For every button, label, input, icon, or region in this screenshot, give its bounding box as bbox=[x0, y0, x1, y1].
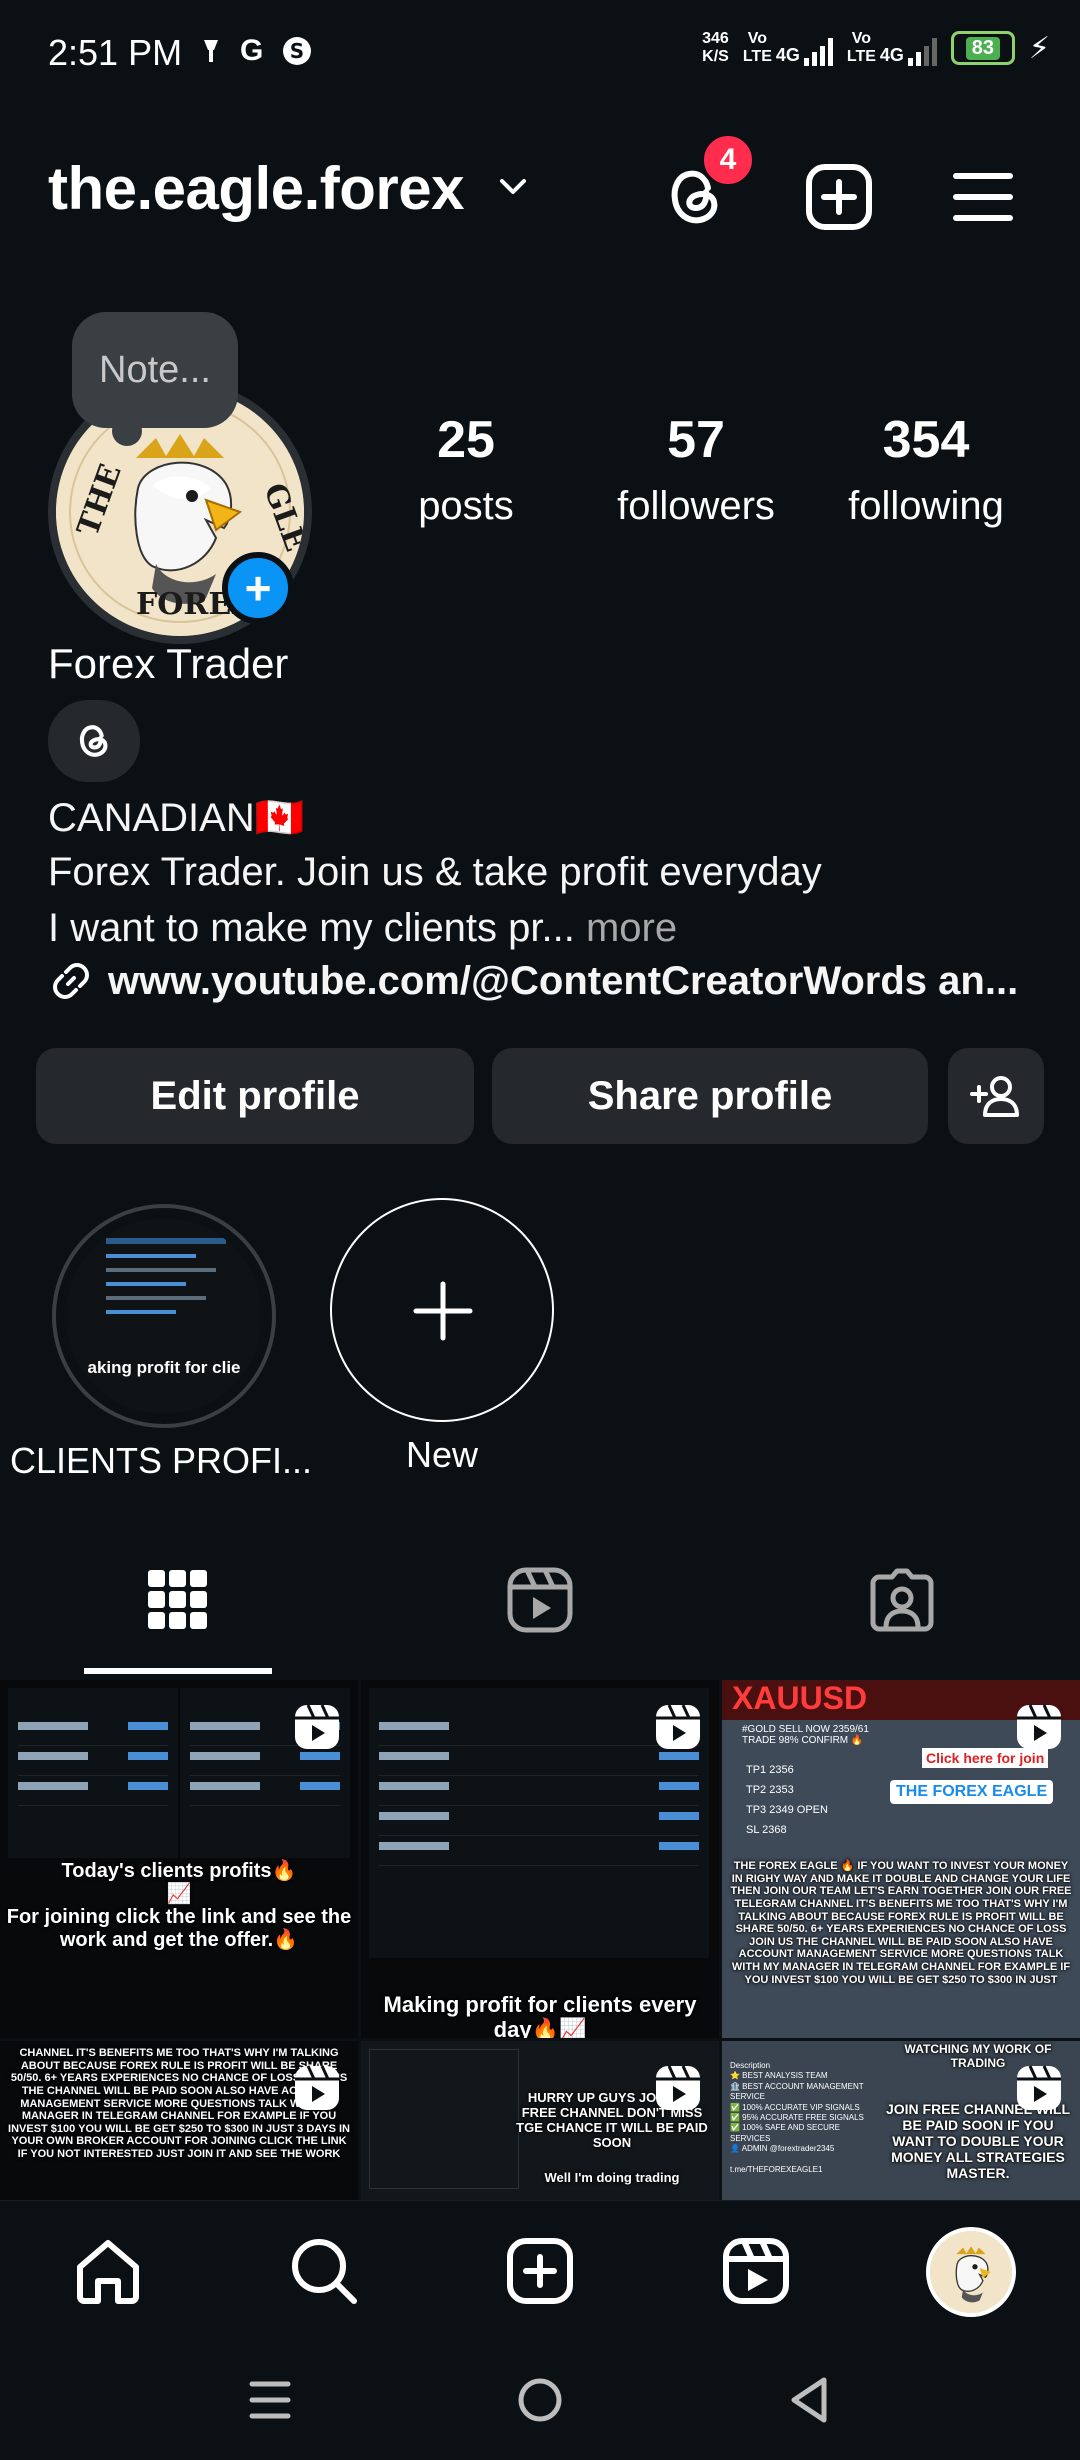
note-bubble[interactable]: Note... bbox=[72, 312, 238, 446]
status-right: 346 K/S Vo LTE 4G Vo LTE 4G 83 ⚡ bbox=[702, 30, 1050, 66]
posts-label: posts bbox=[418, 484, 514, 528]
following-stat[interactable]: 354 following bbox=[816, 410, 1036, 529]
reel-indicator-icon bbox=[656, 2065, 700, 2110]
grid-post[interactable]: Today's clients profits🔥 📈 For joining c… bbox=[0, 1680, 358, 2038]
tagged-icon bbox=[870, 1568, 934, 1632]
add-person-icon bbox=[970, 1076, 1019, 1117]
link-icon bbox=[53, 963, 89, 999]
bio-line-3: I want to make my clients pr... more bbox=[48, 906, 678, 950]
grid-post[interactable]: CHANNEL IT'S BENEFITS ME TOO THAT'S WHY … bbox=[0, 2041, 358, 2200]
bio-more-link[interactable]: more bbox=[575, 906, 677, 950]
reels-icon bbox=[507, 1567, 573, 1633]
profile-tab-avatar[interactable] bbox=[926, 2227, 1016, 2317]
followers-stat[interactable]: 57 followers bbox=[586, 410, 806, 529]
status-left-icons: G S bbox=[200, 34, 313, 68]
app-icon: S bbox=[283, 37, 312, 65]
tab-tagged[interactable] bbox=[812, 1560, 992, 1640]
battery-icon: 83 bbox=[950, 31, 1015, 65]
status-bar: 2:51 PM G S 346 K/S Vo LTE 4G Vo LTE 4G 8… bbox=[0, 0, 1080, 110]
svg-text:S: S bbox=[290, 39, 304, 63]
status-time: 2:51 PM bbox=[48, 32, 183, 73]
home-nav-icon[interactable] bbox=[516, 2376, 564, 2424]
grid-post[interactable]: Description ⭐ BEST ANALYSIS TEAM 🏦 BEST … bbox=[722, 2041, 1080, 2200]
reels-icon[interactable] bbox=[718, 2233, 794, 2309]
highlight-label-clients: CLIENTS PROFI... bbox=[10, 1440, 313, 1481]
profile-link[interactable]: www.youtube.com/@ContentCreatorWords an.… bbox=[48, 958, 1018, 1004]
post-caption-2: Well I'm doing trading bbox=[544, 2170, 680, 2185]
charging-icon: ⚡ bbox=[1028, 31, 1050, 65]
grid-post[interactable]: XAUUSD #GOLD SELL NOW 2359/61 TRADE 98% … bbox=[722, 1680, 1080, 2038]
sim1-signal: Vo LTE 4G bbox=[743, 30, 833, 66]
profile-link-text: www.youtube.com/@ContentCreatorWords an.… bbox=[108, 958, 1019, 1003]
create-post-icon[interactable] bbox=[800, 158, 878, 236]
net-speed: 346 K/S bbox=[702, 30, 729, 65]
followers-count: 57 bbox=[667, 411, 725, 469]
system-navigation-bar bbox=[0, 2340, 1080, 2460]
edit-profile-button[interactable]: Edit profile bbox=[36, 1048, 474, 1144]
followers-label: followers bbox=[617, 484, 775, 528]
reel-indicator-icon bbox=[295, 2065, 339, 2110]
grid-icon bbox=[148, 1570, 207, 1629]
username-switcher[interactable]: the.eagle.forex bbox=[48, 154, 465, 223]
grid-post[interactable]: HURRY UP GUYS JOIN IT'S FREE CHANNEL DON… bbox=[361, 2041, 719, 2200]
reel-indicator-icon bbox=[295, 1704, 339, 1749]
add-story-button[interactable]: + bbox=[222, 552, 294, 624]
reel-indicator-icon bbox=[656, 1704, 700, 1749]
display-name: Forex Trader bbox=[48, 640, 289, 687]
following-count: 354 bbox=[882, 411, 970, 469]
share-profile-button[interactable]: Share profile bbox=[492, 1048, 928, 1144]
plus-icon bbox=[413, 1281, 473, 1341]
new-highlight-label: New bbox=[405, 1434, 479, 1475]
signal-lamp-icon bbox=[204, 40, 218, 62]
post-caption: JOIN FREE CHANNEL WILL BE PAID SOON IF Y… bbox=[885, 2101, 1071, 2182]
google-icon: G bbox=[240, 34, 264, 67]
highlight-cover: aking profit for clie bbox=[66, 1218, 262, 1414]
posts-grid: Today's clients profits🔥 📈 For joining c… bbox=[0, 1680, 1080, 2200]
threads-profile-link[interactable] bbox=[48, 700, 140, 782]
reel-indicator-icon bbox=[1017, 2065, 1061, 2110]
recent-apps-icon[interactable] bbox=[248, 2376, 292, 2424]
highlight-clients-profits[interactable]: aking profit for clie bbox=[52, 1204, 276, 1428]
home-icon[interactable] bbox=[70, 2233, 146, 2309]
post-header: XAUUSD bbox=[732, 1680, 868, 1716]
posts-stat[interactable]: 25 posts bbox=[356, 410, 576, 529]
new-highlight-button[interactable] bbox=[330, 1198, 554, 1422]
posts-count: 25 bbox=[437, 411, 495, 469]
bio-line-2: Forex Trader. Join us & take profit ever… bbox=[48, 850, 822, 894]
eagle-logo-avatar bbox=[930, 2231, 1012, 2313]
threads-notification-badge: 4 bbox=[700, 132, 756, 188]
sim2-signal: Vo LTE 4G bbox=[847, 30, 937, 66]
menu-icon[interactable] bbox=[944, 158, 1022, 236]
post-caption: Today's clients profits🔥 📈 For joining c… bbox=[6, 1860, 352, 1951]
tab-posts-grid[interactable] bbox=[88, 1560, 268, 1640]
post-caption: Making profit for clients every day🔥📈 bbox=[383, 1992, 697, 2038]
reel-indicator-icon bbox=[1017, 1704, 1061, 1749]
back-nav-icon[interactable] bbox=[786, 2374, 830, 2426]
bottom-navigation bbox=[0, 2200, 1080, 2340]
discover-people-button[interactable] bbox=[948, 1048, 1044, 1144]
post-caption: THE FOREX EAGLE 🔥 IF YOU WANT TO INVEST … bbox=[730, 1860, 1072, 1986]
threads-icon bbox=[79, 725, 108, 757]
following-label: following bbox=[848, 484, 1004, 528]
grid-post[interactable]: Making profit for clients every day🔥📈 bbox=[361, 1680, 719, 2038]
create-icon[interactable] bbox=[502, 2233, 578, 2309]
active-tab-indicator bbox=[84, 1668, 272, 1674]
profile-header: the.eagle.forex 4 bbox=[0, 130, 1080, 250]
bio-line-1: CANADIAN🇨🇦 bbox=[48, 796, 305, 840]
chevron-down-icon[interactable] bbox=[498, 172, 528, 202]
tab-reels[interactable] bbox=[450, 1560, 630, 1640]
search-icon[interactable] bbox=[286, 2233, 362, 2309]
